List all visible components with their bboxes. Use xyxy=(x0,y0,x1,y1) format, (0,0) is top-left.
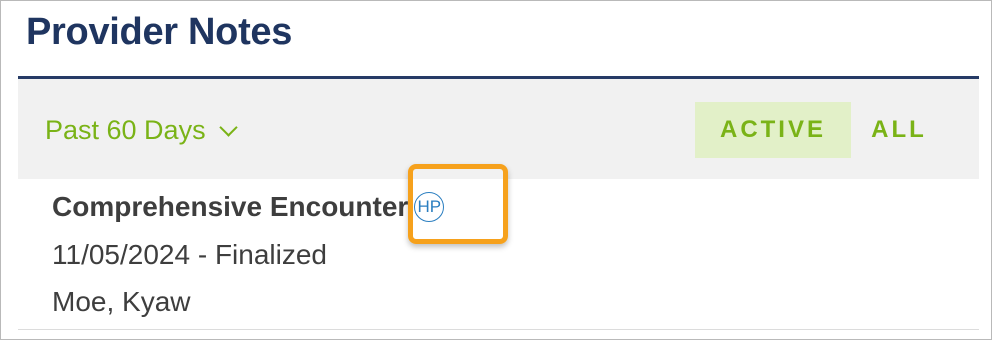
date-range-label: Past 60 Days xyxy=(45,115,206,145)
note-author: Moe, Kyaw xyxy=(52,286,191,317)
note-title-row: Comprehensive Encounter HP xyxy=(52,191,445,223)
chevron-down-icon xyxy=(218,118,238,137)
hp-badge-icon: HP xyxy=(414,192,445,222)
page-title: Provider Notes xyxy=(26,11,293,53)
date-range-dropdown[interactable]: Past 60 Days xyxy=(45,115,238,146)
list-item[interactable]: Comprehensive Encounter HP 11/05/2024 - … xyxy=(18,179,979,330)
tab-all[interactable]: ALL xyxy=(864,102,934,158)
note-title: Comprehensive Encounter xyxy=(52,191,409,222)
provider-notes-panel: Provider Notes Past 60 Days ACTIVE ALL C… xyxy=(0,0,992,340)
note-date-status: 11/05/2024 - Finalized xyxy=(52,239,327,270)
tab-active[interactable]: ACTIVE xyxy=(695,102,851,158)
filter-bar: Past 60 Days ACTIVE ALL xyxy=(18,79,979,179)
